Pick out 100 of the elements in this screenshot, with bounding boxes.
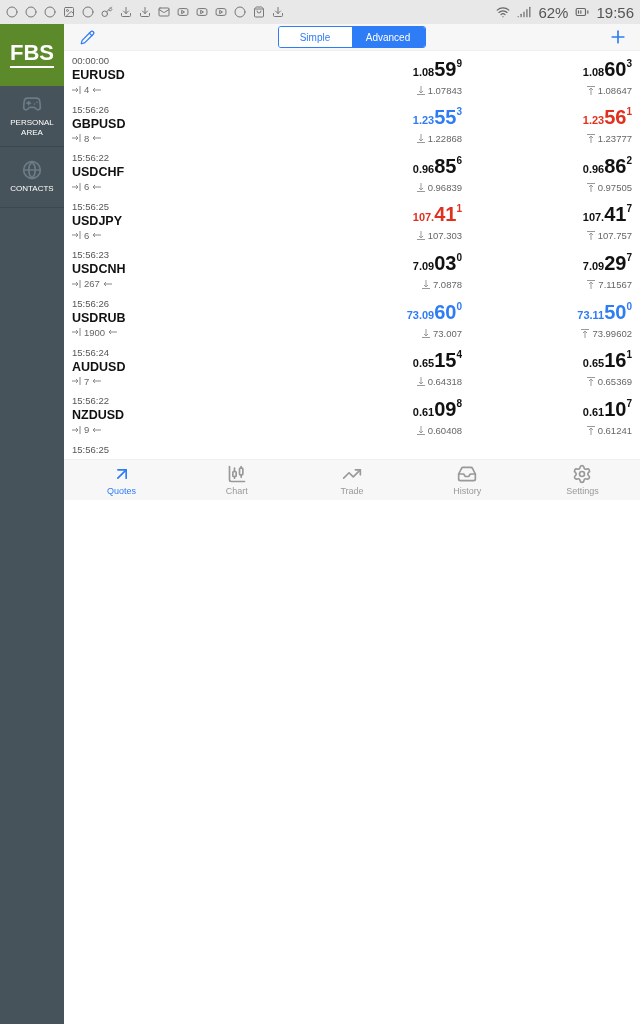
quote-time: 15:56:24 [72,346,110,359]
symbol: EURUSD [72,67,126,83]
low-price: 0.96839 [427,180,462,194]
down-arrow-icon [416,231,425,241]
high-price: 1.08647 [597,83,632,97]
notification-icon [177,6,189,18]
low-price: 1.22868 [427,132,462,146]
wifi-icon [496,5,511,19]
up-arrow-icon [587,279,596,289]
battery-icon [575,5,590,19]
quote-time: 15:56:26 [72,103,110,116]
notification-icon [82,6,94,18]
high-price: 7.11567 [598,277,632,291]
quote-time: 15:56:26 [72,297,110,310]
notification-icon [253,6,265,18]
signal-icon [517,5,532,19]
up-arrow-icon [586,182,595,192]
arrow-to-bar-icon [72,279,81,288]
nav-tab[interactable]: Quotes [64,460,180,500]
low-price: 7.0878 [432,277,462,291]
gamepad-icon [22,94,42,114]
up-arrow-icon [586,231,595,241]
quote-time: 15:56:25 [72,200,110,213]
symbol: GBPUSD [72,115,127,132]
low-price: 107.303 [427,229,462,243]
notification-icon [6,6,18,18]
arrow-to-bar-icon [72,134,81,143]
notification-icon [25,6,37,18]
arrow-to-bar-icon [72,231,81,240]
notification-icon [63,6,75,18]
candlestick-icon [226,464,247,484]
arrow-to-bar-icon [72,377,81,386]
notification-icon [234,6,246,18]
sidebar-item[interactable]: CONTACTS [0,147,64,208]
high-price: 107.757 [597,229,632,243]
left-arrow-icon [92,377,102,386]
spread: 4 [84,83,90,96]
left-arrow-icon [108,328,118,337]
low-price: 73.007 [432,326,462,340]
quote-time: 00:00:00 [72,55,110,67]
left-arrow-icon [92,425,102,434]
left-arrow-icon [92,134,102,143]
left-arrow-icon [92,182,102,191]
edit-icon[interactable] [80,29,95,45]
down-arrow-icon [416,425,425,435]
low-price: 1.07843 [427,83,462,97]
quote-time: 15:56:25 [72,443,110,456]
spread: 1900 [84,325,106,339]
clock: 19:56 [596,3,634,21]
notification-icon [120,6,132,18]
low-price: 0.60408 [427,423,462,437]
logo: FBS [0,24,64,86]
segment-tab[interactable]: Advanced [351,27,425,47]
down-arrow-icon [416,134,425,144]
arrow-to-bar-icon [72,85,81,94]
arrow-to-bar-icon [72,182,81,191]
segment-tab[interactable]: Simple [278,27,352,47]
quote-time: 15:56:22 [72,152,110,165]
up-arrow-icon [586,377,595,387]
high-price: 1.23777 [597,132,632,146]
up-arrow-icon [586,134,595,144]
symbol: USDJPY [72,212,124,229]
spread: 267 [84,277,100,291]
notification-icon [101,6,113,18]
spread: 8 [84,131,90,145]
up-arrow-icon [586,85,595,95]
notification-icon [272,6,284,18]
sidebar-item[interactable]: PERSONAL AREA [0,86,64,147]
spread: 6 [84,180,90,194]
symbol: USDRUB [72,309,127,326]
symbol: USDCHF [72,164,126,181]
quote-time: 15:56:23 [72,249,110,262]
inbox-icon [457,464,478,484]
spread: 9 [84,423,90,437]
down-arrow-icon [416,85,425,95]
down-arrow-icon [421,328,430,338]
up-arrow-icon [581,328,590,338]
notification-icon [44,6,56,18]
arrow-to-bar-icon [72,425,81,434]
high-price: 0.65369 [597,375,632,389]
up-arrow-icon [586,425,595,435]
notification-icon [158,6,170,18]
left-arrow-icon [92,85,102,94]
high-price: 73.99602 [592,326,632,340]
high-price: 0.61241 [597,423,632,437]
globe-icon [22,160,42,180]
down-arrow-icon [416,377,425,387]
low-price: 0.64318 [427,375,462,389]
spread: 7 [84,374,90,388]
symbol: USDCNH [72,261,127,278]
battery-percent: 62% [538,3,569,21]
arrow-to-bar-icon [72,328,81,337]
symbol: AUDUSD [72,358,127,375]
notification-icon [196,6,208,18]
down-arrow-icon [421,279,430,289]
quote-time: 15:56:22 [72,395,110,408]
symbol: NZDUSD [72,407,126,424]
settings-icon [572,464,593,484]
notification-icon [215,6,227,18]
left-arrow-icon [102,279,112,288]
